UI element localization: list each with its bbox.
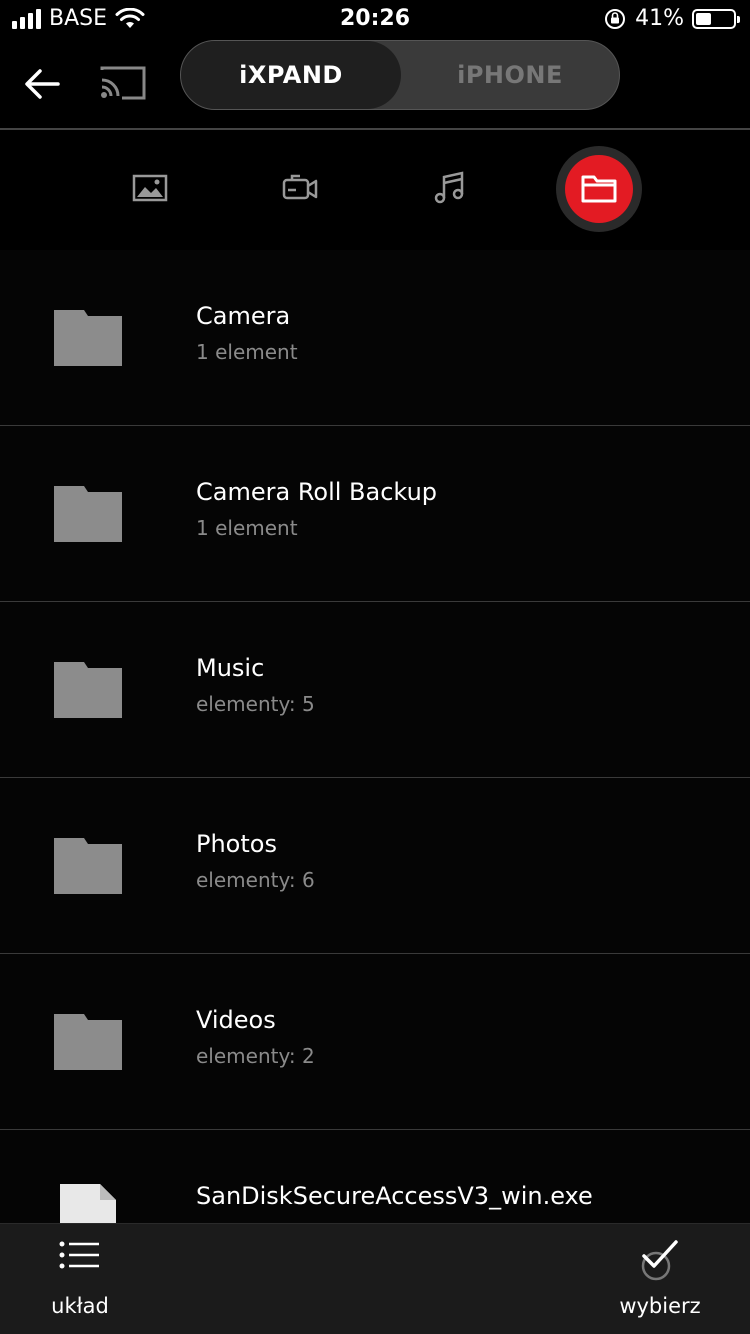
item-meta: 1 element <box>196 516 298 540</box>
bottom-toolbar: układ wybierz <box>0 1223 750 1334</box>
status-right: 41% <box>603 6 740 31</box>
status-bar: BASE 20:26 41% <box>0 0 750 40</box>
video-camera-icon[interactable] <box>280 168 320 208</box>
battery-percent: 41% <box>635 6 684 31</box>
list-item[interactable]: Camera Roll Backup 1 element <box>0 426 750 602</box>
item-name: SanDiskSecureAccessV3_win.exe <box>196 1182 593 1210</box>
select-button[interactable]: wybierz <box>600 1224 720 1334</box>
file-list: Camera 1 element Camera Roll Backup 1 el… <box>0 250 750 1306</box>
checkmark-icon <box>641 1240 678 1281</box>
item-name: Camera Roll Backup <box>196 478 438 506</box>
layout-button[interactable]: układ <box>20 1224 140 1334</box>
layout-label: układ <box>51 1294 109 1318</box>
folders-tab-highlight <box>565 155 633 223</box>
folder-icon <box>54 838 122 894</box>
battery-icon <box>692 8 740 29</box>
folder-icon <box>54 486 122 542</box>
item-meta: elementy: 5 <box>196 692 315 716</box>
cast-icon[interactable] <box>98 64 148 104</box>
battery-fill <box>696 12 711 25</box>
item-name: Camera <box>196 302 291 330</box>
select-label: wybierz <box>619 1294 701 1318</box>
segment-ixpand[interactable]: iXPAND <box>181 41 401 109</box>
storage-switcher: iXPAND iPHONE <box>180 40 620 110</box>
item-meta: 1 element <box>196 340 298 364</box>
folder-icon <box>54 310 122 366</box>
folder-icon <box>54 1014 122 1070</box>
segment-iphone[interactable]: iPHONE <box>401 41 619 109</box>
image-icon[interactable] <box>130 168 170 208</box>
screen: BASE 20:26 41% iXPAND iPHONE Camera 1 el… <box>0 0 750 1334</box>
list-item[interactable]: Camera 1 element <box>0 250 750 426</box>
music-note-icon[interactable] <box>430 168 470 208</box>
top-nav: iXPAND iPHONE <box>0 40 750 130</box>
folder-icon <box>54 662 122 718</box>
list-icon <box>59 1241 99 1269</box>
item-name: Music <box>196 654 265 682</box>
list-item[interactable]: Photos elementy: 6 <box>0 778 750 954</box>
folder-icon <box>581 175 617 203</box>
folders-tab[interactable] <box>556 146 642 232</box>
item-name: Photos <box>196 830 277 858</box>
list-item[interactable]: Music elementy: 5 <box>0 602 750 778</box>
item-meta: elementy: 6 <box>196 868 315 892</box>
back-arrow-icon[interactable] <box>20 62 64 106</box>
list-item[interactable]: Videos elementy: 2 <box>0 954 750 1130</box>
category-bar <box>0 130 750 250</box>
item-meta: elementy: 2 <box>196 1044 315 1068</box>
item-name: Videos <box>196 1006 276 1034</box>
rotation-lock-icon <box>605 8 626 29</box>
